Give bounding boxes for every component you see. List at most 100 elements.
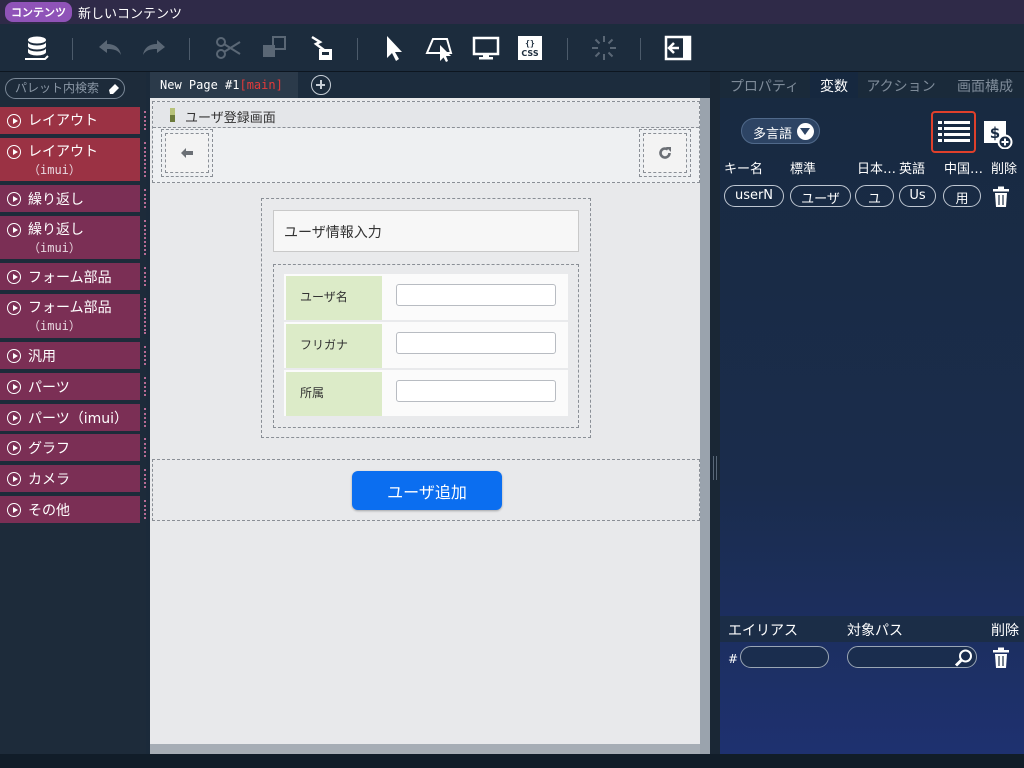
trash-icon[interactable] (992, 647, 1010, 669)
header-title: ユーザ登録画面 (185, 111, 276, 126)
palette-item-label: グラフ (28, 441, 70, 457)
palette-item-repeat-imui[interactable]: 繰り返し （imui） (0, 216, 146, 261)
undo-icon[interactable] (94, 32, 126, 64)
username-field[interactable] (396, 284, 556, 306)
toolbar: {} CSS (0, 24, 1024, 72)
tab-label: New Page #1 (160, 78, 240, 92)
tab-variables[interactable]: 変数 (810, 72, 858, 98)
add-user-button[interactable]: ユーザ追加 (352, 471, 502, 510)
loading-icon[interactable] (588, 32, 620, 64)
palette-item-label: 繰り返し (28, 222, 84, 238)
window-title: 新しいコンテンツ (78, 6, 183, 22)
vertical-scrollbar[interactable] (700, 98, 710, 754)
toolbar-divider (640, 38, 641, 60)
column-chinese: 中国… (944, 162, 984, 177)
variable-english-field[interactable]: Us (899, 185, 936, 207)
eraser-icon[interactable] (107, 81, 121, 95)
palette-item-repeat[interactable]: 繰り返し (0, 185, 146, 214)
css-icon[interactable]: {} CSS (514, 32, 546, 64)
column-english: 英語 (899, 162, 926, 177)
palette-item-parts[interactable]: パーツ (0, 373, 146, 402)
back-button[interactable] (165, 133, 209, 173)
preview-monitor-icon[interactable] (470, 32, 502, 64)
play-circle-icon (7, 192, 21, 206)
toolbar-divider (72, 38, 73, 60)
svg-text:CSS: CSS (521, 49, 538, 58)
database-icon[interactable] (21, 32, 53, 64)
variable-key-field[interactable]: userN (724, 185, 784, 207)
form-table[interactable]: ユーザ名 フリガナ 所属 (273, 264, 579, 428)
tab-properties[interactable]: プロパティ (720, 72, 809, 98)
header-title-row: ユーザ登録画面 (153, 102, 699, 128)
reload-button[interactable] (643, 133, 687, 173)
select-cursor-icon[interactable] (378, 32, 410, 64)
target-path-column: 対象パス (847, 623, 903, 639)
palette-item-edge (144, 438, 146, 457)
alias-input[interactable] (740, 646, 829, 668)
panel-splitter[interactable] (710, 72, 720, 754)
palette-item-parts-imui[interactable]: パーツ（imui） (0, 404, 146, 433)
add-tab-icon[interactable] (311, 75, 331, 95)
alias-header: エイリアス 対象パス 削除 (720, 616, 1024, 642)
palette-item-label: フォーム部品 (28, 300, 112, 316)
list-view-button[interactable] (931, 111, 976, 153)
reload-icon (659, 147, 671, 159)
palette-item-camera[interactable]: カメラ (0, 465, 146, 494)
play-circle-icon (7, 270, 21, 284)
tab-actions[interactable]: アクション (860, 72, 942, 98)
exit-icon[interactable] (662, 32, 694, 64)
right-panel-tabs: プロパティ 変数 アクション 画面構成 (720, 72, 1024, 98)
variable-default-field[interactable]: ユーザ (790, 185, 851, 207)
palette-item-form-parts[interactable]: フォーム部品 (0, 263, 146, 292)
palette-item-form-parts-imui[interactable]: フォーム部品 （imui） (0, 294, 146, 340)
variable-japanese-field[interactable]: ユ (855, 185, 894, 207)
palette-item-layout[interactable]: レイアウト (0, 107, 146, 136)
palette-item-edge (144, 377, 146, 396)
redo-icon[interactable] (138, 32, 170, 64)
palette-item-edge (144, 111, 146, 130)
list-icon (937, 121, 970, 142)
trash-icon[interactable] (992, 186, 1010, 208)
palette-item-sub: （imui） (28, 319, 81, 333)
play-circle-icon (7, 145, 21, 159)
multilingual-label: 多言語 (753, 127, 793, 142)
alias-hash-label: # (728, 652, 739, 666)
toolbar-divider (567, 38, 568, 60)
button-area[interactable]: ユーザ追加 (152, 459, 700, 521)
play-circle-icon (7, 503, 21, 517)
app-badge: コンテンツ (5, 2, 72, 22)
tab-screen-structure[interactable]: 画面構成 (946, 72, 1024, 98)
horizontal-scrollbar[interactable] (150, 744, 700, 754)
header-marker (170, 108, 175, 122)
palette-item-general[interactable]: 汎用 (0, 342, 146, 371)
palette-item-edge (144, 469, 146, 488)
copy-icon[interactable] (258, 32, 290, 64)
element-select-icon[interactable] (423, 32, 455, 64)
palette-item-label: フォーム部品 (28, 270, 112, 286)
form-row: 所属 (284, 370, 568, 416)
cut-icon[interactable] (212, 32, 244, 64)
furigana-field[interactable] (396, 332, 556, 354)
splitter-grip[interactable] (713, 456, 717, 480)
column-key: キー名 (724, 162, 764, 177)
paste-icon[interactable] (305, 32, 337, 64)
palette-item-layout-imui[interactable]: レイアウト （imui） (0, 138, 146, 183)
variable-chinese-field[interactable]: 用 (943, 185, 981, 207)
form-card[interactable]: ユーザ情報入力 ユーザ名 フリガナ 所属 (261, 198, 591, 438)
design-canvas: ユーザ登録画面 ユーザ情報入力 ユーザ名 フリガナ 所属 ユーザ追加 (150, 98, 710, 754)
search-icon[interactable] (954, 648, 974, 668)
palette-item-other[interactable]: その他 (0, 496, 146, 525)
palette-panel: パレット内検索 レイアウト レイアウト （imui） 繰り返し 繰り返し （im… (0, 72, 146, 754)
tab-new-page[interactable]: New Page #1[main] (150, 72, 298, 98)
alias-column: エイリアス (728, 623, 798, 639)
page-header[interactable]: ユーザ登録画面 (152, 101, 700, 183)
palette-item-graph[interactable]: グラフ (0, 434, 146, 463)
arrow-left-icon (181, 148, 193, 158)
department-field[interactable] (396, 380, 556, 402)
add-variable-icon[interactable]: $ (982, 117, 1014, 149)
multilingual-button[interactable]: 多言語 (741, 118, 820, 144)
palette-item-label: 繰り返し (28, 192, 84, 208)
play-circle-icon (7, 223, 21, 237)
palette-item-edge (144, 189, 146, 208)
palette-item-sub: （imui） (28, 241, 81, 255)
